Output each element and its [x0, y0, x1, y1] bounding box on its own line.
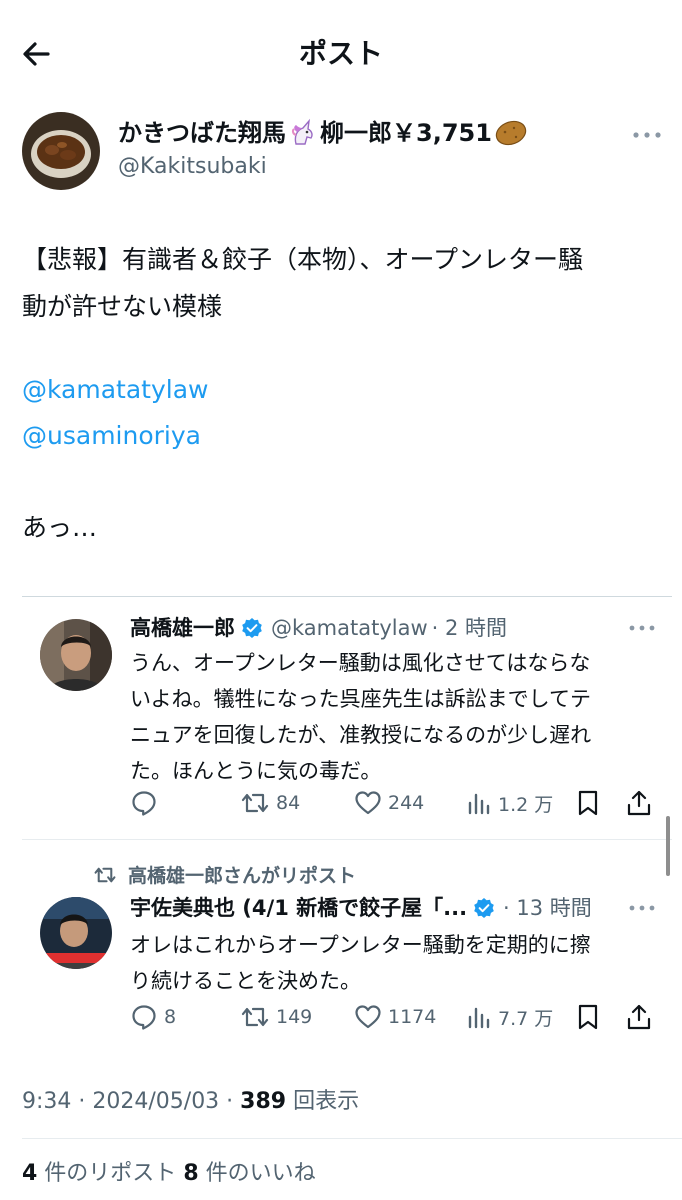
repost-button[interactable]: 84 [240, 789, 300, 817]
reply-button[interactable] [130, 789, 164, 817]
divider [22, 839, 672, 840]
post-text-line: ニュアを回復したが、准教授になるのが少し遅れ [130, 723, 592, 747]
repost-button[interactable]: 149 [240, 1003, 312, 1031]
share-button[interactable] [626, 789, 658, 817]
engagement-stats: 4 件のリポスト 8 件のいいね [22, 1158, 316, 1190]
avatar[interactable] [22, 112, 100, 190]
display-name[interactable]: 高橋雄一郎 [130, 613, 235, 643]
repost-label: 高橋雄一郎さんがリポスト [128, 865, 357, 887]
post-text: オレはこれからオープンレター騒動を定期的に擦 り続けることを決めた。 [130, 927, 670, 999]
author-handle[interactable]: @Kakitsubaki [118, 152, 267, 182]
embedded-posts: 高橋雄一郎 @kamatatylaw · 2 時間 うん、オープンレター騒動は風… [22, 596, 672, 1054]
post-timestamp: 9:34 · 2024/05/03 · 389 回表示 [22, 1086, 359, 1118]
repost-icon [94, 867, 116, 882]
like-count: 244 [388, 792, 425, 814]
repost-icon [241, 1007, 269, 1027]
like-stat[interactable]: 8 件のいいね [183, 1161, 315, 1186]
like-button[interactable]: 1174 [354, 1003, 436, 1031]
share-icon [627, 1004, 651, 1030]
post-text: 【悲報】有識者＆餃子（本物）、オープンレター騒 動が許せない模様 [22, 236, 662, 330]
mention-link[interactable]: @usaminoriya [22, 416, 201, 456]
bookmark-icon [578, 1004, 598, 1030]
post-text-line: 【悲報】有識者＆餃子（本物）、オープンレター騒 [22, 245, 584, 274]
user-handle[interactable]: @kamatatylaw [271, 613, 428, 643]
post-text-line: 動が許せない模様 [22, 292, 223, 321]
like-icon [355, 791, 381, 815]
like-total: 8 [183, 1161, 199, 1186]
share-icon [627, 790, 651, 816]
post-header: 高橋雄一郎 @kamatatylaw · 2 時間 [130, 613, 507, 643]
bookmark-button[interactable] [576, 1003, 606, 1031]
verified-icon [474, 898, 494, 918]
divider [22, 1138, 682, 1139]
reply-button[interactable]: 8 [130, 1003, 176, 1031]
post-time: · 13 時間 [503, 896, 592, 920]
post-text-line: うん、オープンレター騒動は風化させてはならな [130, 651, 591, 675]
action-bar: 84 244 1.2 万 [130, 789, 660, 821]
post-text-line: り続けることを決めた。 [130, 969, 361, 993]
bookmark-icon [578, 790, 598, 816]
author-name-suffix: 柳一郎￥3,751 [320, 119, 492, 147]
avatar[interactable] [40, 897, 112, 969]
views-icon [468, 1007, 490, 1029]
scrollbar[interactable] [666, 816, 670, 876]
view-count: 7.7 万 [498, 1007, 554, 1030]
post-header: 宇佐美典也 (4/1 新橋で餃子屋「... · 13 時間 [130, 893, 592, 923]
reply-count: 8 [164, 1006, 177, 1028]
like-count: 1174 [388, 1006, 437, 1028]
unicorn-icon [291, 118, 313, 145]
view-label: 回表示 [286, 1089, 360, 1114]
repost-stat-label: 件のリポスト [37, 1161, 184, 1186]
avatar[interactable] [40, 619, 112, 691]
like-stat-label: 件のいいね [198, 1161, 316, 1186]
more-icon[interactable] [628, 623, 656, 633]
action-bar: 8 149 1174 7.7 万 [130, 1003, 660, 1035]
reply-icon [132, 791, 156, 816]
display-name[interactable]: 宇佐美典也 (4/1 新橋で餃子屋「... [130, 893, 467, 923]
view-count: 1.2 万 [498, 793, 554, 816]
post-time: · 2 時間 [431, 616, 508, 640]
views-button[interactable]: 1.2 万 [466, 789, 553, 817]
reply-icon [132, 1005, 156, 1030]
top-bar: ポスト [0, 0, 682, 104]
post-text-line: いよね。犠牲になった呉座先生は訴訟までしてテ [130, 687, 591, 711]
author-name[interactable]: かきつばた翔馬 柳一郎￥3,751 [118, 116, 530, 150]
post-text-line: オレはこれからオープンレター騒動を定期的に擦 [130, 933, 591, 957]
like-icon [355, 1005, 381, 1029]
page-title: ポスト [298, 37, 383, 70]
mention-link[interactable]: @kamatatylaw [22, 370, 208, 410]
post-text-line: た。ほんとうに気の毒だ。 [130, 759, 382, 783]
repost-icon [241, 793, 269, 813]
post-text-closing: あっ… [22, 513, 98, 542]
repost-total: 4 [22, 1161, 38, 1186]
post-text: うん、オープンレター騒動は風化させてはならな いよね。犠牲になった呉座先生は訴訟… [130, 645, 670, 789]
bookmark-button[interactable] [576, 789, 606, 817]
author-name-text: かきつばた翔馬 [118, 119, 286, 147]
more-icon[interactable] [628, 903, 656, 913]
views-icon [468, 793, 490, 815]
view-count: 389 [240, 1089, 287, 1114]
repost-stat[interactable]: 4 件のリポスト [22, 1161, 183, 1186]
views-button[interactable]: 7.7 万 [466, 1003, 553, 1031]
potato-icon [495, 120, 527, 146]
more-icon[interactable] [632, 130, 662, 140]
share-button[interactable] [626, 1003, 658, 1031]
verified-icon [242, 618, 262, 638]
like-button[interactable]: 244 [354, 789, 424, 817]
timestamp-text: 9:34 · 2024/05/03 · [22, 1089, 241, 1114]
repost-note[interactable]: 高橋雄一郎さんがリポスト [92, 861, 356, 888]
repost-count: 149 [276, 1006, 313, 1028]
repost-count: 84 [276, 792, 301, 814]
post-author: かきつばた翔馬 柳一郎￥3,751 @Kakitsubaki [22, 112, 662, 194]
